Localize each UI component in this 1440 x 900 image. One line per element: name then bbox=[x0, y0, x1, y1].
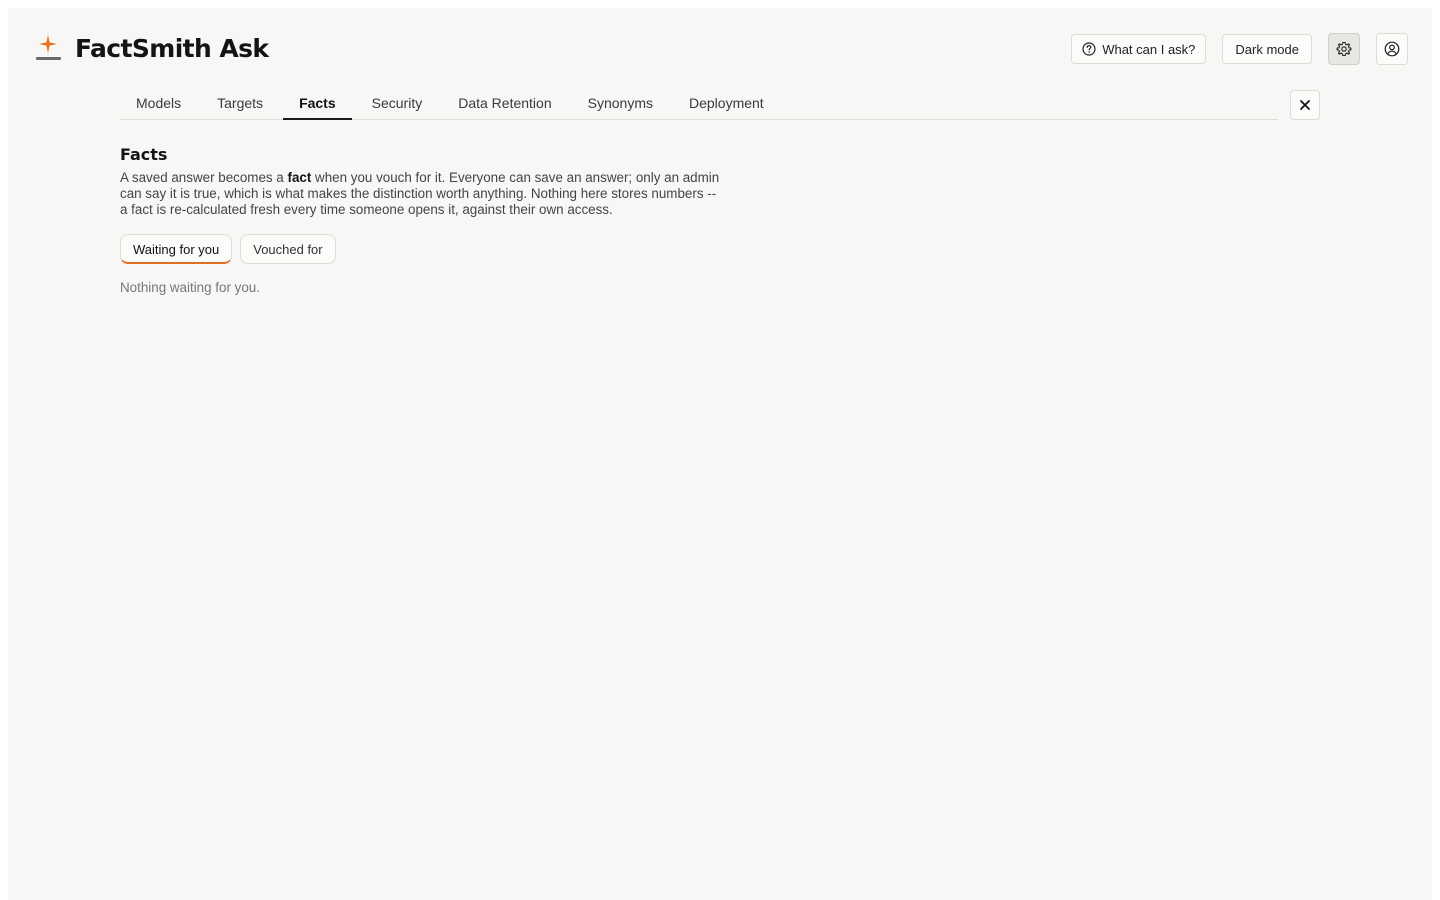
app-title: FactSmith Ask bbox=[75, 33, 269, 63]
tab-security[interactable]: Security bbox=[356, 87, 439, 119]
facts-description: A saved answer becomes a fact when you v… bbox=[120, 170, 720, 217]
gear-icon bbox=[1336, 41, 1352, 57]
tab-synonyms[interactable]: Synonyms bbox=[572, 87, 669, 119]
settings-button[interactable] bbox=[1328, 33, 1360, 65]
tab-data-retention[interactable]: Data Retention bbox=[442, 87, 567, 119]
app-window: FactSmith Ask What can I ask? Dark mode bbox=[8, 8, 1432, 900]
tab-targets[interactable]: Targets bbox=[201, 87, 279, 119]
user-circle-icon bbox=[1384, 41, 1400, 57]
what-can-i-ask-label: What can I ask? bbox=[1102, 41, 1196, 57]
section-title: Facts bbox=[120, 145, 168, 164]
tab-models[interactable]: Models bbox=[120, 87, 197, 119]
close-settings-button[interactable] bbox=[1290, 90, 1320, 120]
tab-deployment[interactable]: Deployment bbox=[673, 87, 780, 119]
facts-filter-group: Waiting for you Vouched for bbox=[120, 234, 720, 264]
what-can-i-ask-button[interactable]: What can I ask? bbox=[1071, 34, 1207, 64]
facts-section: Facts A saved answer becomes a fact when… bbox=[120, 145, 720, 295]
dark-mode-button[interactable]: Dark mode bbox=[1222, 34, 1312, 64]
header-actions: What can I ask? Dark mode bbox=[1071, 33, 1408, 65]
tab-facts[interactable]: Facts bbox=[283, 88, 352, 120]
close-icon bbox=[1300, 100, 1310, 110]
filter-vouched-for[interactable]: Vouched for bbox=[240, 234, 336, 264]
brand: FactSmith Ask bbox=[34, 32, 269, 64]
empty-state-message: Nothing waiting for you. bbox=[120, 280, 260, 295]
user-menu-button[interactable] bbox=[1376, 33, 1408, 65]
question-circle-icon bbox=[1082, 42, 1096, 56]
filter-waiting-for-you[interactable]: Waiting for you bbox=[120, 234, 233, 264]
settings-tabs: Models Targets Facts Security Data Reten… bbox=[120, 88, 1278, 120]
spark-icon bbox=[34, 34, 62, 62]
